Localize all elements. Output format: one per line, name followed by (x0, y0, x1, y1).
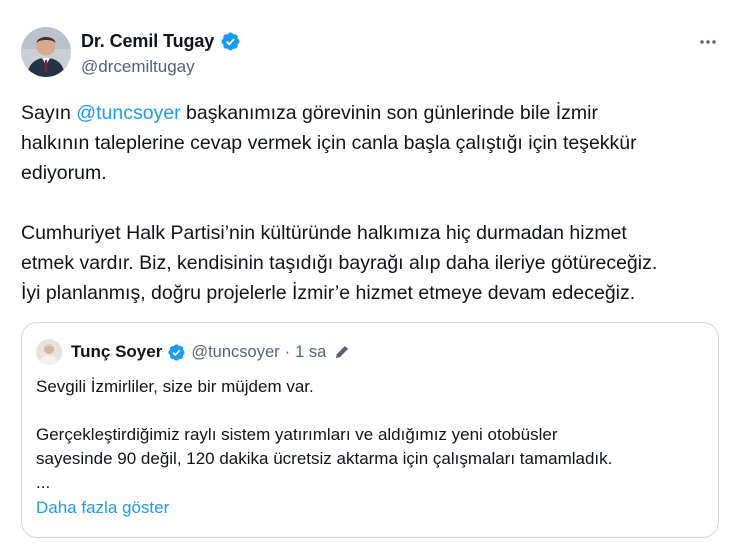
show-more-link[interactable]: Daha fazla göster (36, 498, 169, 518)
tweet-paragraph-2: Cumhuriyet Halk Partisi’nin kültüründe h… (21, 218, 731, 308)
tweet-paragraph-1: Sayın @tuncsoyer başkanımıza görevinin s… (21, 98, 731, 188)
tweet-line: etmek vardır. Biz, kendisinin taşıdığı b… (21, 252, 658, 274)
more-horizontal-icon[interactable] (696, 30, 720, 54)
edit-pencil-icon (333, 343, 351, 361)
quoted-line: Gerçekleştirdiğimiz raylı sistem yatırım… (36, 425, 558, 444)
author-name-row: Dr. Cemil Tugay (81, 31, 241, 52)
quoted-author-display-name[interactable]: Tunç Soyer (71, 342, 162, 362)
author-display-name[interactable]: Dr. Cemil Tugay (81, 31, 214, 52)
verified-badge-icon (220, 31, 241, 52)
quoted-author-avatar[interactable] (36, 339, 62, 365)
tweet-line: Sayın (21, 102, 77, 124)
tweet-line: İyi planlanmış, doğru projelerle İzmir’e… (21, 282, 636, 304)
tweet-line: ediyorum. (21, 162, 107, 184)
quoted-tweet-time[interactable]: 1 sa (295, 343, 326, 362)
verified-badge-icon (167, 343, 186, 362)
tweet-line: başkanımıza görevinin son günlerinde bil… (180, 102, 598, 124)
tweet-text: Sayın @tuncsoyer başkanımıza görevinin s… (21, 98, 731, 308)
quoted-author-handle[interactable]: @tuncsoyer (191, 343, 279, 362)
quoted-line: ... (36, 473, 51, 492)
quoted-line: Sevgili İzmirliler, size bir müjdem var. (36, 377, 314, 396)
tweet-card: Dr. Cemil Tugay @drcemiltugay Sayın @tun… (0, 0, 750, 543)
quoted-tweet-header: Tunç Soyer @tuncsoyer · 1 sa (36, 339, 351, 365)
mention-link[interactable]: @tuncsoyer (76, 102, 180, 124)
tweet-line: halkının taleplerine cevap vermek için c… (21, 132, 637, 154)
author-avatar[interactable] (21, 27, 71, 77)
quoted-tweet[interactable]: Tunç Soyer @tuncsoyer · 1 sa Sevgili İzm… (21, 322, 719, 538)
author-handle[interactable]: @drcemiltugay (81, 57, 195, 77)
quoted-tweet-text: Sevgili İzmirliler, size bir müjdem var.… (36, 375, 706, 495)
tweet-line: Cumhuriyet Halk Partisi’nin kültüründe h… (21, 222, 627, 244)
separator-dot: · (284, 342, 291, 361)
quoted-line: sayesinde 90 değil, 120 dakika ücretsiz … (36, 449, 613, 468)
